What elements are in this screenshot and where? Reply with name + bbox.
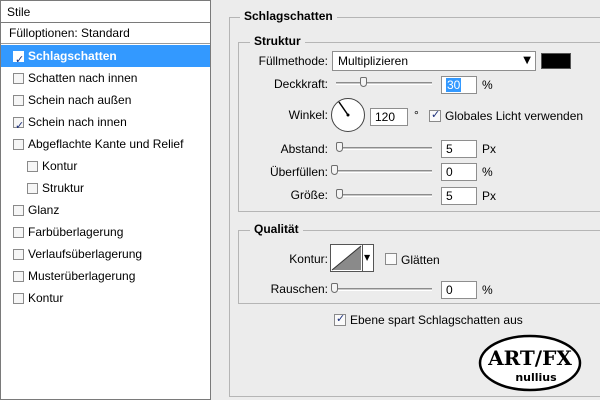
style-item-label: Struktur bbox=[42, 181, 85, 195]
size-label: Größe: bbox=[290, 188, 328, 202]
knockout-label: Ebene spart Schlagschatten aus bbox=[350, 313, 523, 327]
logo-sub-text: nullius bbox=[515, 371, 557, 384]
noise-label: Rauschen: bbox=[270, 282, 328, 296]
opacity-slider-track[interactable] bbox=[336, 82, 432, 85]
blending-options-item[interactable]: Fülloptionen: Standard bbox=[1, 23, 210, 44]
style-item-bevel-emboss[interactable]: Abgeflachte Kante und Relief bbox=[1, 133, 210, 155]
quality-title: Qualität bbox=[250, 222, 303, 236]
style-item-color-overlay[interactable]: Farbüberlagerung bbox=[1, 221, 210, 243]
opacity-unit: % bbox=[482, 78, 493, 92]
distance-unit: Px bbox=[482, 142, 497, 156]
style-item-bevel-texture[interactable]: Struktur bbox=[1, 177, 210, 199]
size-unit: Px bbox=[482, 189, 497, 203]
angle-input[interactable]: 120 bbox=[370, 108, 408, 126]
angle-unit: ° bbox=[414, 108, 419, 122]
knockout-checkbox[interactable] bbox=[334, 312, 346, 326]
antialias-checkbox[interactable] bbox=[385, 253, 397, 265]
spread-label: Überfüllen: bbox=[269, 165, 328, 179]
style-item-label: Schlagschatten bbox=[28, 49, 117, 63]
style-item-label: Musterüberlagerung bbox=[28, 269, 136, 283]
opacity-value: 30 bbox=[446, 78, 462, 92]
style-item-label: Schein nach innen bbox=[28, 115, 127, 129]
checkbox-outer-glow[interactable] bbox=[13, 95, 24, 106]
style-item-label: Farbüberlagerung bbox=[28, 225, 124, 239]
global-light-checkbox[interactable] bbox=[429, 108, 441, 122]
checkbox-gradient-overlay[interactable] bbox=[13, 249, 24, 260]
styles-header[interactable]: Stile bbox=[1, 1, 210, 23]
style-item-label: Kontur bbox=[42, 159, 78, 173]
style-item-pattern-overlay[interactable]: Musterüberlagerung bbox=[1, 265, 210, 287]
checkbox-pattern-overlay[interactable] bbox=[13, 271, 24, 282]
style-item-outer-glow[interactable]: Schein nach außen bbox=[1, 89, 210, 111]
style-item-label: Schein nach außen bbox=[28, 93, 132, 107]
opacity-label: Deckkraft: bbox=[273, 77, 328, 91]
contour-label: Kontur: bbox=[289, 252, 328, 266]
checkbox-bevel-contour[interactable] bbox=[27, 161, 38, 172]
distance-slider-thumb[interactable] bbox=[336, 142, 343, 152]
checkbox-satin[interactable] bbox=[13, 205, 24, 216]
noise-slider-thumb[interactable] bbox=[331, 283, 338, 293]
spread-slider-track[interactable] bbox=[336, 170, 432, 173]
spread-unit: % bbox=[482, 165, 493, 179]
blend-mode-select[interactable]: Multiplizieren ▼ bbox=[332, 51, 536, 71]
contour-preview[interactable] bbox=[330, 244, 363, 272]
style-item-stroke[interactable]: Kontur bbox=[1, 287, 210, 309]
opacity-input[interactable]: 30 bbox=[441, 76, 477, 94]
panel-title: Schlagschatten bbox=[240, 9, 337, 23]
size-slider-thumb[interactable] bbox=[336, 189, 343, 199]
angle-label: Winkel: bbox=[288, 108, 328, 122]
checkbox-drop-shadow[interactable] bbox=[13, 49, 24, 71]
noise-slider-track[interactable] bbox=[336, 288, 432, 291]
spread-slider-thumb[interactable] bbox=[331, 165, 338, 175]
checkbox-bevel-emboss[interactable] bbox=[13, 139, 24, 150]
style-item-label: Glanz bbox=[28, 203, 60, 217]
blend-mode-label: Füllmethode: bbox=[258, 54, 328, 68]
noise-unit: % bbox=[482, 283, 493, 297]
style-item-label: Schatten nach innen bbox=[28, 71, 138, 85]
structure-title: Struktur bbox=[250, 34, 305, 48]
checkbox-stroke[interactable] bbox=[13, 293, 24, 304]
distance-slider-track[interactable] bbox=[336, 147, 432, 150]
checkbox-inner-glow[interactable] bbox=[13, 115, 24, 137]
style-item-label: Abgeflachte Kante und Relief bbox=[28, 137, 184, 151]
contour-dropdown-button[interactable]: ▼ bbox=[362, 244, 374, 272]
distance-label: Abstand: bbox=[280, 142, 328, 156]
global-light-label: Globales Licht verwenden bbox=[445, 109, 584, 123]
chevron-down-icon: ▼ bbox=[364, 253, 371, 262]
style-item-label: Verlaufsüberlagerung bbox=[28, 247, 143, 261]
shadow-color-swatch[interactable] bbox=[541, 53, 571, 69]
chevron-down-icon: ▼ bbox=[523, 55, 531, 66]
style-item-bevel-contour[interactable]: Kontur bbox=[1, 155, 210, 177]
distance-input[interactable]: 5 bbox=[441, 140, 477, 158]
checkbox-inner-shadow[interactable] bbox=[13, 73, 24, 84]
angle-dial[interactable] bbox=[331, 98, 365, 132]
style-item-inner-shadow[interactable]: Schatten nach innen bbox=[1, 67, 210, 89]
size-slider-track[interactable] bbox=[336, 194, 432, 197]
style-item-label: Kontur bbox=[28, 291, 64, 305]
checkbox-bevel-texture[interactable] bbox=[27, 183, 38, 194]
antialias-label: Glätten bbox=[401, 253, 440, 267]
checkbox-color-overlay[interactable] bbox=[13, 227, 24, 238]
style-item-gradient-overlay[interactable]: Verlaufsüberlagerung bbox=[1, 243, 210, 265]
style-item-inner-glow[interactable]: Schein nach innen bbox=[1, 111, 210, 137]
style-item-satin[interactable]: Glanz bbox=[1, 199, 210, 221]
opacity-slider-thumb[interactable] bbox=[360, 77, 367, 87]
noise-input[interactable]: 0 bbox=[441, 281, 477, 299]
size-input[interactable]: 5 bbox=[441, 187, 477, 205]
styles-list-panel: Stile Fülloptionen: Standard Schlagschat… bbox=[0, 0, 211, 400]
spread-input[interactable]: 0 bbox=[441, 163, 477, 181]
style-item-drop-shadow[interactable]: Schlagschatten bbox=[1, 45, 210, 71]
blend-mode-value: Multiplizieren bbox=[338, 54, 409, 68]
artfx-logo: ART/FX nullius bbox=[478, 334, 582, 392]
logo-main-text: ART/FX bbox=[487, 346, 572, 370]
